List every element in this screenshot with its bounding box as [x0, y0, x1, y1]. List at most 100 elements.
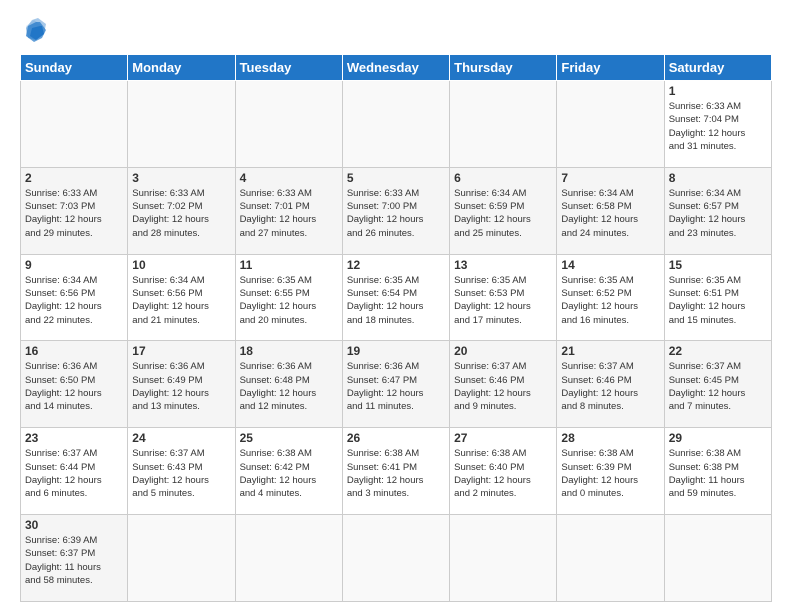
day-number: 1 [669, 84, 767, 98]
calendar-week-row: 30 Sunrise: 6:39 AM Sunset: 6:37 PM Dayli… [21, 515, 772, 602]
day-number: 13 [454, 258, 552, 272]
calendar-empty-day [342, 515, 449, 602]
calendar-empty-day [557, 515, 664, 602]
day-number: 12 [347, 258, 445, 272]
calendar-empty-day [21, 81, 128, 168]
calendar-empty-day [235, 515, 342, 602]
day-info: Sunrise: 6:34 AM Sunset: 6:56 PM Dayligh… [132, 274, 230, 327]
day-info: Sunrise: 6:37 AM Sunset: 6:46 PM Dayligh… [561, 360, 659, 413]
calendar-empty-day [664, 515, 771, 602]
day-number: 7 [561, 171, 659, 185]
day-number: 11 [240, 258, 338, 272]
day-number: 30 [25, 518, 123, 532]
calendar-week-row: 16Sunrise: 6:36 AM Sunset: 6:50 PM Dayli… [21, 341, 772, 428]
calendar-day: 12 Sunrise: 6:35 AM Sunset: 6:54 PM Dayli… [342, 254, 449, 341]
day-number: 3 [132, 171, 230, 185]
calendar-day: 15 Sunrise: 6:35 AM Sunset: 6:51 PM Dayli… [664, 254, 771, 341]
calendar-day: 17Sunrise: 6:36 AM Sunset: 6:49 PM Dayli… [128, 341, 235, 428]
day-header: Saturday [664, 55, 771, 81]
day-info: Sunrise: 6:35 AM Sunset: 6:52 PM Dayligh… [561, 274, 659, 327]
calendar-day: 16Sunrise: 6:36 AM Sunset: 6:50 PM Dayli… [21, 341, 128, 428]
calendar-empty-day [557, 81, 664, 168]
day-info: Sunrise: 6:33 AM Sunset: 7:04 PM Dayligh… [669, 100, 767, 153]
day-number: 18 [240, 344, 338, 358]
day-info: Sunrise: 6:37 AM Sunset: 6:46 PM Dayligh… [454, 360, 552, 413]
calendar-day: 27 Sunrise: 6:38 AM Sunset: 6:40 PM Dayli… [450, 428, 557, 515]
calendar-day: 28Sunrise: 6:38 AM Sunset: 6:39 PM Dayli… [557, 428, 664, 515]
calendar-day: 14 Sunrise: 6:35 AM Sunset: 6:52 PM Dayli… [557, 254, 664, 341]
day-info: Sunrise: 6:34 AM Sunset: 6:58 PM Dayligh… [561, 187, 659, 240]
day-info: Sunrise: 6:33 AM Sunset: 7:01 PM Dayligh… [240, 187, 338, 240]
calendar-day: 1 Sunrise: 6:33 AM Sunset: 7:04 PM Daylig… [664, 81, 771, 168]
day-header: Thursday [450, 55, 557, 81]
calendar-day: 24Sunrise: 6:37 AM Sunset: 6:43 PM Dayli… [128, 428, 235, 515]
page: SundayMondayTuesdayWednesdayThursdayFrid… [0, 0, 792, 612]
day-number: 4 [240, 171, 338, 185]
calendar-day: 2 Sunrise: 6:33 AM Sunset: 7:03 PM Daylig… [21, 167, 128, 254]
day-number: 28 [561, 431, 659, 445]
calendar-empty-day [128, 515, 235, 602]
day-number: 22 [669, 344, 767, 358]
day-info: Sunrise: 6:34 AM Sunset: 6:57 PM Dayligh… [669, 187, 767, 240]
calendar-table: SundayMondayTuesdayWednesdayThursdayFrid… [20, 54, 772, 602]
day-number: 27 [454, 431, 552, 445]
day-number: 10 [132, 258, 230, 272]
day-info: Sunrise: 6:38 AM Sunset: 6:42 PM Dayligh… [240, 447, 338, 500]
day-header: Tuesday [235, 55, 342, 81]
day-number: 9 [25, 258, 123, 272]
day-info: Sunrise: 6:37 AM Sunset: 6:45 PM Dayligh… [669, 360, 767, 413]
day-number: 5 [347, 171, 445, 185]
calendar-empty-day [235, 81, 342, 168]
calendar-week-row: 2 Sunrise: 6:33 AM Sunset: 7:03 PM Daylig… [21, 167, 772, 254]
day-info: Sunrise: 6:36 AM Sunset: 6:48 PM Dayligh… [240, 360, 338, 413]
calendar-empty-day [342, 81, 449, 168]
day-info: Sunrise: 6:38 AM Sunset: 6:41 PM Dayligh… [347, 447, 445, 500]
calendar-empty-day [450, 515, 557, 602]
day-number: 20 [454, 344, 552, 358]
day-info: Sunrise: 6:36 AM Sunset: 6:47 PM Dayligh… [347, 360, 445, 413]
day-number: 2 [25, 171, 123, 185]
calendar-day: 4 Sunrise: 6:33 AM Sunset: 7:01 PM Daylig… [235, 167, 342, 254]
calendar-day: 21 Sunrise: 6:37 AM Sunset: 6:46 PM Dayli… [557, 341, 664, 428]
day-number: 21 [561, 344, 659, 358]
day-number: 6 [454, 171, 552, 185]
day-number: 29 [669, 431, 767, 445]
calendar-day: 5 Sunrise: 6:33 AM Sunset: 7:00 PM Daylig… [342, 167, 449, 254]
calendar-day: 20 Sunrise: 6:37 AM Sunset: 6:46 PM Dayli… [450, 341, 557, 428]
calendar-day: 29 Sunrise: 6:38 AM Sunset: 6:38 PM Dayli… [664, 428, 771, 515]
day-info: Sunrise: 6:34 AM Sunset: 6:56 PM Dayligh… [25, 274, 123, 327]
day-info: Sunrise: 6:33 AM Sunset: 7:00 PM Dayligh… [347, 187, 445, 240]
calendar-week-row: 9 Sunrise: 6:34 AM Sunset: 6:56 PM Daylig… [21, 254, 772, 341]
day-info: Sunrise: 6:38 AM Sunset: 6:40 PM Dayligh… [454, 447, 552, 500]
calendar-day: 19 Sunrise: 6:36 AM Sunset: 6:47 PM Dayli… [342, 341, 449, 428]
calendar-header-row: SundayMondayTuesdayWednesdayThursdayFrid… [21, 55, 772, 81]
day-number: 14 [561, 258, 659, 272]
calendar-day: 8Sunrise: 6:34 AM Sunset: 6:57 PM Daylig… [664, 167, 771, 254]
calendar-empty-day [128, 81, 235, 168]
day-info: Sunrise: 6:36 AM Sunset: 6:50 PM Dayligh… [25, 360, 123, 413]
day-info: Sunrise: 6:34 AM Sunset: 6:59 PM Dayligh… [454, 187, 552, 240]
calendar-day: 23Sunrise: 6:37 AM Sunset: 6:44 PM Dayli… [21, 428, 128, 515]
day-header: Friday [557, 55, 664, 81]
day-info: Sunrise: 6:33 AM Sunset: 7:03 PM Dayligh… [25, 187, 123, 240]
day-number: 23 [25, 431, 123, 445]
day-number: 26 [347, 431, 445, 445]
day-number: 24 [132, 431, 230, 445]
calendar-day: 25Sunrise: 6:38 AM Sunset: 6:42 PM Dayli… [235, 428, 342, 515]
day-header: Monday [128, 55, 235, 81]
day-number: 19 [347, 344, 445, 358]
calendar-week-row: 1 Sunrise: 6:33 AM Sunset: 7:04 PM Daylig… [21, 81, 772, 168]
day-info: Sunrise: 6:35 AM Sunset: 6:54 PM Dayligh… [347, 274, 445, 327]
day-info: Sunrise: 6:35 AM Sunset: 6:51 PM Dayligh… [669, 274, 767, 327]
calendar-day: 10 Sunrise: 6:34 AM Sunset: 6:56 PM Dayli… [128, 254, 235, 341]
day-number: 15 [669, 258, 767, 272]
calendar-day: 22 Sunrise: 6:37 AM Sunset: 6:45 PM Dayli… [664, 341, 771, 428]
day-info: Sunrise: 6:38 AM Sunset: 6:38 PM Dayligh… [669, 447, 767, 500]
day-header: Wednesday [342, 55, 449, 81]
calendar-day: 3Sunrise: 6:33 AM Sunset: 7:02 PM Daylig… [128, 167, 235, 254]
day-info: Sunrise: 6:35 AM Sunset: 6:55 PM Dayligh… [240, 274, 338, 327]
day-number: 17 [132, 344, 230, 358]
logo-icon [20, 16, 48, 44]
day-info: Sunrise: 6:39 AM Sunset: 6:37 PM Dayligh… [25, 534, 123, 587]
logo [20, 16, 52, 44]
